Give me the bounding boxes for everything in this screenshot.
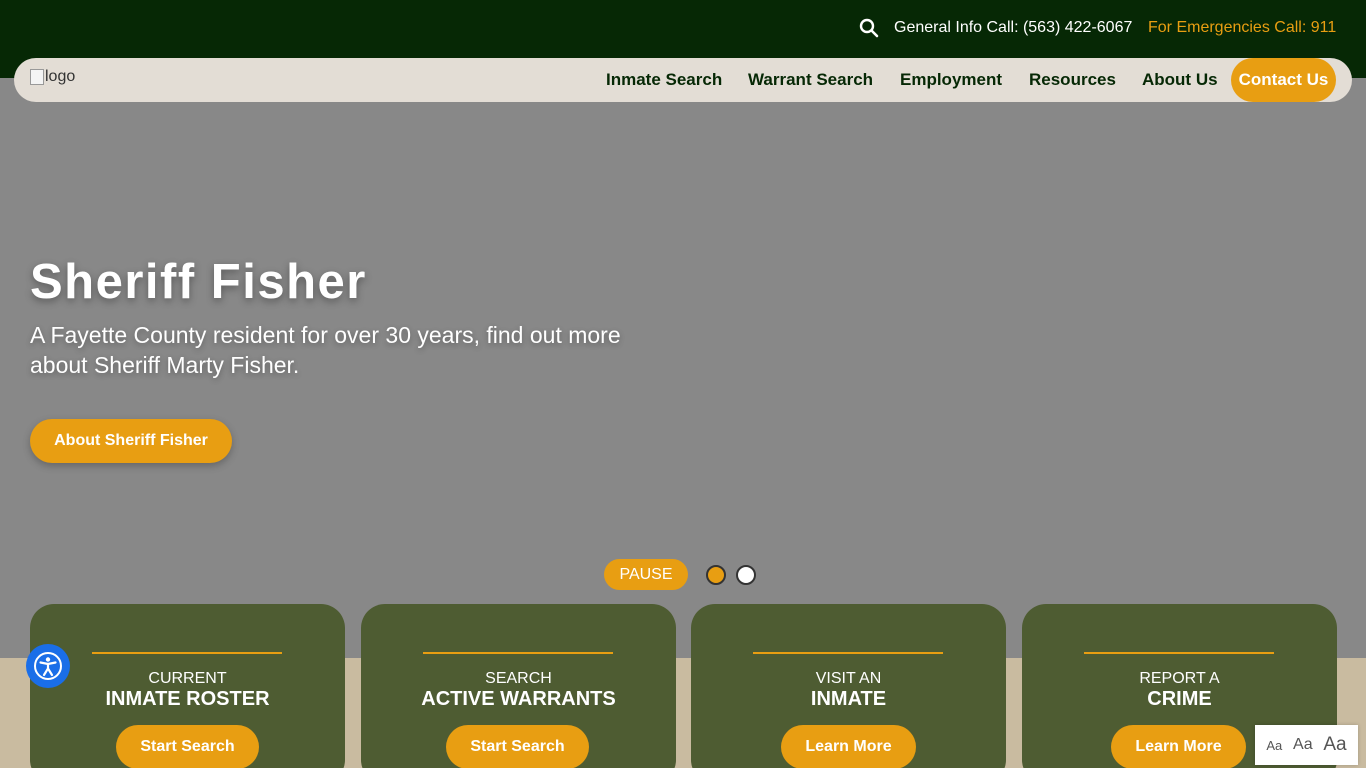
card-eyebrow: VISIT AN bbox=[815, 670, 882, 687]
card-eyebrow: CURRENT bbox=[148, 670, 227, 687]
start-search-button[interactable]: Start Search bbox=[116, 725, 259, 768]
site-logo[interactable]: logo bbox=[30, 68, 75, 86]
accessibility-button[interactable] bbox=[26, 644, 70, 688]
card-title: INMATE bbox=[810, 688, 887, 710]
logo-alt-text: logo bbox=[45, 68, 76, 85]
card-divider bbox=[753, 652, 943, 654]
about-sheriff-button[interactable]: About Sheriff Fisher bbox=[30, 419, 232, 463]
hero-title: Sheriff Fisher bbox=[30, 255, 367, 309]
card-divider bbox=[423, 652, 613, 654]
card-title: INMATE ROSTER bbox=[105, 688, 270, 710]
main-navbar: logo Inmate Search Warrant Search Employ… bbox=[14, 58, 1352, 102]
card-visit-inmate: VISIT AN INMATE Learn More bbox=[691, 604, 1006, 768]
general-info-phone[interactable]: General Info Call: (563) 422-6067 bbox=[894, 19, 1132, 37]
accessibility-icon bbox=[34, 652, 62, 680]
slide-dot-1[interactable] bbox=[706, 565, 726, 585]
learn-more-button[interactable]: Learn More bbox=[781, 725, 916, 768]
card-divider bbox=[1084, 652, 1274, 654]
card-active-warrants: SEARCH ACTIVE WARRANTS Start Search bbox=[361, 604, 676, 768]
nav-employment[interactable]: Employment bbox=[900, 70, 1002, 90]
card-eyebrow: SEARCH bbox=[485, 670, 552, 687]
start-search-button[interactable]: Start Search bbox=[446, 725, 589, 768]
nav-inmate-search[interactable]: Inmate Search bbox=[606, 70, 722, 90]
card-title: CRIME bbox=[1147, 688, 1212, 710]
emergency-phone[interactable]: For Emergencies Call: 911 bbox=[1148, 19, 1336, 37]
card-divider bbox=[92, 652, 282, 654]
nav-resources[interactable]: Resources bbox=[1029, 70, 1116, 90]
font-size-small[interactable]: Aa bbox=[1266, 738, 1282, 753]
card-inmate-roster: CURRENT INMATE ROSTER Start Search bbox=[30, 604, 345, 768]
search-icon[interactable] bbox=[859, 18, 879, 38]
hero-subtitle: A Fayette County resident for over 30 ye… bbox=[30, 322, 621, 378]
font-size-selector: Aa Aa Aa bbox=[1255, 725, 1358, 765]
font-size-large[interactable]: Aa bbox=[1323, 734, 1346, 756]
slider-pause-button[interactable]: PAUSE bbox=[604, 559, 688, 590]
nav-warrant-search[interactable]: Warrant Search bbox=[748, 70, 873, 90]
slide-dot-2[interactable] bbox=[736, 565, 756, 585]
nav-about-us[interactable]: About Us bbox=[1142, 70, 1218, 90]
contact-us-button[interactable]: Contact Us bbox=[1231, 58, 1336, 102]
broken-image-icon bbox=[30, 69, 44, 85]
card-eyebrow: REPORT A bbox=[1139, 670, 1220, 687]
learn-more-button[interactable]: Learn More bbox=[1111, 725, 1246, 768]
card-title: ACTIVE WARRANTS bbox=[421, 688, 616, 710]
font-size-medium[interactable]: Aa bbox=[1293, 736, 1313, 754]
